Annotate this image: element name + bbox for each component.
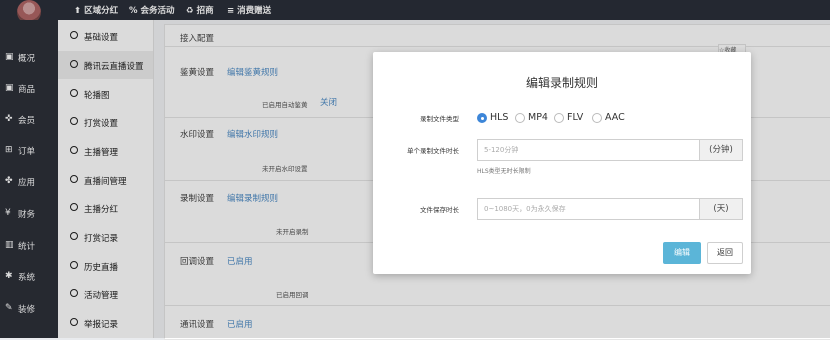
retention-input[interactable] [478, 199, 698, 219]
duration-input[interactable] [478, 140, 698, 160]
file-type-label: 录制文件类型 [420, 115, 459, 123]
radio-empty-icon [515, 113, 525, 123]
retention-input-group: (天) [477, 198, 743, 220]
radio-empty-icon [554, 113, 564, 123]
radio-selected-icon [477, 113, 487, 123]
duration-input-group: (分钟) [477, 139, 743, 161]
duration-hint: HLS类型无时长限制 [477, 168, 531, 175]
edit-recording-rules-dialog: 编辑录制规则 录制文件类型 HLS MP4 FLV AAC 单个录制文件时长 (… [373, 52, 751, 274]
back-button[interactable]: 返回 [707, 242, 743, 264]
retention-unit: (天) [699, 199, 742, 219]
edit-button[interactable]: 编辑 [663, 242, 701, 264]
radio-label: HLS [490, 112, 509, 123]
retention-label: 文件保存时长 [420, 206, 459, 214]
duration-unit: (分钟) [699, 140, 742, 160]
radio-empty-icon [592, 113, 602, 123]
duration-label: 单个录制文件时长 [407, 147, 459, 155]
dialog-title: 编辑录制规则 [525, 76, 598, 90]
radio-label: FLV [567, 112, 584, 123]
radio-label: AAC [605, 112, 625, 123]
radio-label: MP4 [528, 112, 548, 123]
